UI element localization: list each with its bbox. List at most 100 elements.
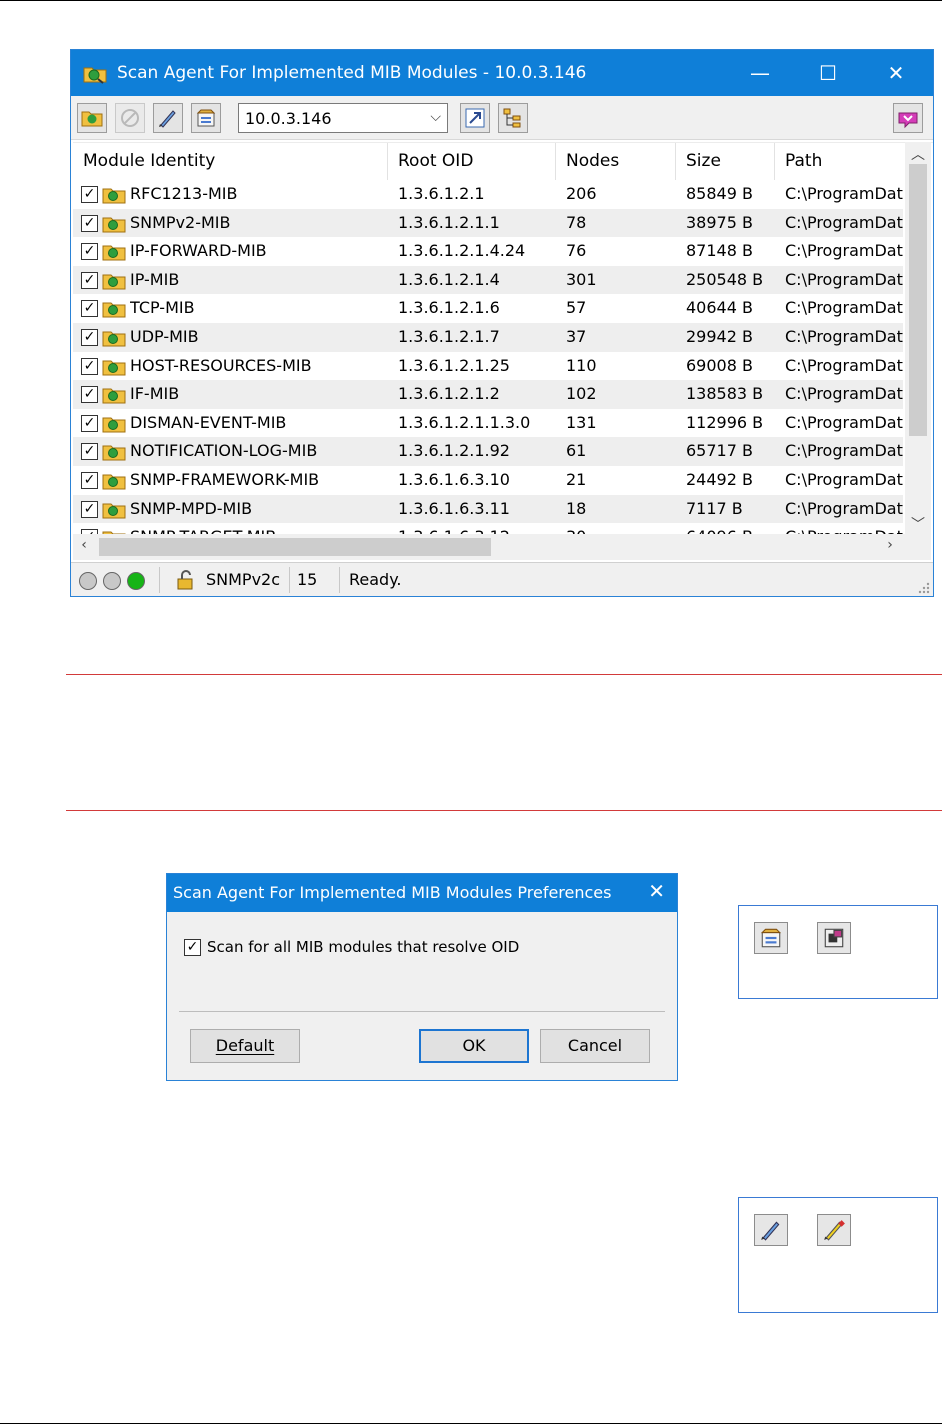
module-checkbox[interactable]: ✓: [81, 357, 98, 375]
chevron-down-icon[interactable]: ⌵: [430, 109, 441, 125]
clear-callout-button[interactable]: [817, 1214, 851, 1246]
table-row[interactable]: ✓ NOTIFICATION-LOG-MIB 1.3.6.1.2.1.92 61 657…: [73, 437, 903, 466]
size-cell: 87148 B: [686, 241, 753, 261]
dialog-separator: [179, 1011, 665, 1012]
snmp-version: SNMPv2c: [206, 570, 281, 589]
maximize-button[interactable]: ☐: [805, 50, 851, 96]
module-checkbox[interactable]: ✓: [81, 414, 98, 432]
module-identity-cell: HOST-RESOURCES-MIB: [130, 355, 312, 375]
resize-grip-icon[interactable]: [917, 581, 931, 595]
mib-folder-icon: [102, 217, 126, 233]
path-cell: C:\ProgramDat: [785, 212, 903, 232]
path-cell: C:\ProgramDat: [785, 384, 903, 404]
vertical-scroll-thumb[interactable]: [909, 164, 927, 436]
vertical-scrollbar[interactable]: ︿ ﹀: [905, 142, 931, 534]
scroll-down-icon[interactable]: ﹀: [909, 514, 927, 534]
status-bar: SNMPv2c 15 Ready.: [71, 562, 933, 596]
column-path[interactable]: Path: [775, 143, 903, 180]
default-button-label: Default: [215, 1036, 275, 1055]
mib-modules-table: Module Identity Root OID Nodes Size Path…: [73, 142, 933, 560]
path-cell: C:\ProgramDat: [785, 412, 903, 432]
module-identity-cell: IP-MIB: [130, 269, 180, 289]
module-checkbox[interactable]: ✓: [81, 471, 98, 489]
mib-folder-icon: [102, 417, 126, 433]
module-checkbox[interactable]: ✓: [81, 271, 98, 289]
table-row[interactable]: ✓ SNMP-FRAMEWORK-MIB 1.3.6.1.6.3.10 21 24492…: [73, 466, 903, 495]
table-row[interactable]: ✓ HOST-RESOURCES-MIB 1.3.6.1.2.1.25 110 6900…: [73, 352, 903, 381]
status-divider: [159, 567, 160, 593]
preferences-close-button[interactable]: ✕: [648, 879, 665, 903]
root-oid-cell: 1.3.6.1.2.1.92: [398, 441, 510, 461]
mib-folder-icon: [102, 302, 126, 318]
preferences-title-bar: Scan Agent For Implemented MIB Modules P…: [167, 874, 677, 912]
minimize-button[interactable]: —: [737, 50, 783, 96]
lock-icon: [177, 570, 193, 590]
preferences-button[interactable]: [191, 103, 221, 133]
column-size[interactable]: Size: [676, 143, 775, 180]
mib-folder-icon: [102, 331, 126, 347]
root-oid-cell: 1.3.6.1.2.1.7: [398, 326, 500, 346]
table-row[interactable]: ✓ SNMP-MPD-MIB 1.3.6.1.6.3.11 18 7117 B C:\Pr…: [73, 494, 903, 524]
clear-icon: [824, 1220, 845, 1241]
module-checkbox[interactable]: ✓: [81, 214, 98, 232]
horizontal-scrollbar[interactable]: ‹ ›: [73, 534, 905, 560]
nodes-cell: 76: [566, 241, 587, 261]
title-bar: Scan Agent For Implemented MIB Modules -…: [71, 50, 933, 96]
tree-button[interactable]: [498, 103, 528, 133]
table-row[interactable]: ✓ IP-FORWARD-MIB 1.3.6.1.2.1.4.24 76 87148 B…: [73, 237, 903, 266]
default-button[interactable]: Default: [190, 1029, 300, 1063]
preferences-title: Scan Agent For Implemented MIB Modules P…: [173, 883, 612, 902]
table-row[interactable]: ✓ SNMPv2-MIB 1.3.6.1.2.1.1 78 38975 B C:\Prog…: [73, 208, 903, 238]
scroll-up-icon[interactable]: ︿: [909, 144, 927, 164]
path-cell: C:\ProgramDat: [785, 441, 903, 461]
scan-all-checkbox[interactable]: ✓: [184, 939, 201, 956]
options-icon: [824, 928, 844, 948]
find-icon: [465, 108, 485, 128]
module-count: 15: [297, 570, 318, 589]
table-body: ✓ RFC1213-MIB 1.3.6.1.2.1 206 85849 B C:\Prog…: [73, 180, 903, 552]
scroll-left-icon[interactable]: ‹: [75, 537, 93, 553]
ok-button[interactable]: OK: [419, 1029, 529, 1063]
find-button[interactable]: [460, 103, 490, 133]
preferences-callout-button[interactable]: [754, 922, 788, 954]
edit-button[interactable]: [153, 103, 183, 133]
table-row[interactable]: ✓ IF-MIB 1.3.6.1.2.1.2 102 138583 B C:\Progra…: [73, 380, 903, 409]
module-checkbox[interactable]: ✓: [81, 186, 98, 203]
module-checkbox[interactable]: ✓: [81, 300, 98, 318]
module-checkbox[interactable]: ✓: [81, 328, 98, 346]
module-checkbox[interactable]: ✓: [81, 386, 98, 404]
mib-folder-icon: [102, 360, 126, 376]
column-root-oid[interactable]: Root OID: [388, 143, 556, 180]
nodes-cell: 131: [566, 412, 597, 432]
mib-folder-icon: [102, 474, 126, 490]
nodes-cell: 18: [566, 498, 587, 518]
table-row[interactable]: ✓ IP-MIB 1.3.6.1.2.1.4 301 250548 B C:\Progra…: [73, 265, 903, 295]
size-cell: 138583 B: [686, 384, 764, 404]
scroll-right-icon[interactable]: ›: [881, 537, 899, 553]
window-title: Scan Agent For Implemented MIB Modules -…: [117, 63, 587, 83]
scan-button[interactable]: [77, 103, 107, 133]
help-button[interactable]: [893, 103, 923, 133]
mib-folder-icon: [102, 274, 126, 290]
table-row[interactable]: ✓ RFC1213-MIB 1.3.6.1.2.1 206 85849 B C:\Prog…: [73, 180, 903, 209]
module-checkbox[interactable]: ✓: [81, 443, 98, 461]
column-module-identity[interactable]: Module Identity: [73, 143, 388, 180]
options-callout-button[interactable]: [817, 922, 851, 954]
agent-address-combo[interactable]: 10.0.3.146 ⌵: [238, 103, 448, 133]
table-row[interactable]: ✓ UDP-MIB 1.3.6.1.2.1.7 37 29942 B C:\Program…: [73, 322, 903, 352]
module-checkbox[interactable]: ✓: [81, 243, 98, 261]
size-cell: 250548 B: [686, 269, 764, 289]
edit-callout-button[interactable]: [754, 1214, 788, 1246]
cancel-button[interactable]: Cancel: [540, 1029, 650, 1063]
module-checkbox[interactable]: ✓: [81, 500, 98, 518]
horizontal-scroll-thumb[interactable]: [99, 538, 491, 556]
scan-all-label[interactable]: Scan for all MIB modules that resolve OI…: [207, 938, 519, 956]
status-divider: [339, 567, 340, 593]
close-button[interactable]: ✕: [873, 50, 919, 96]
table-row[interactable]: ✓ DISMAN-EVENT-MIB 1.3.6.1.2.1.1.3.0 131 112…: [73, 409, 903, 438]
root-oid-cell: 1.3.6.1.6.3.10: [398, 469, 510, 489]
stop-button[interactable]: [115, 103, 145, 133]
table-row[interactable]: ✓ TCP-MIB 1.3.6.1.2.1.6 57 40644 B C:\Program…: [73, 294, 903, 323]
column-nodes[interactable]: Nodes: [556, 143, 676, 180]
size-cell: 65717 B: [686, 441, 753, 461]
